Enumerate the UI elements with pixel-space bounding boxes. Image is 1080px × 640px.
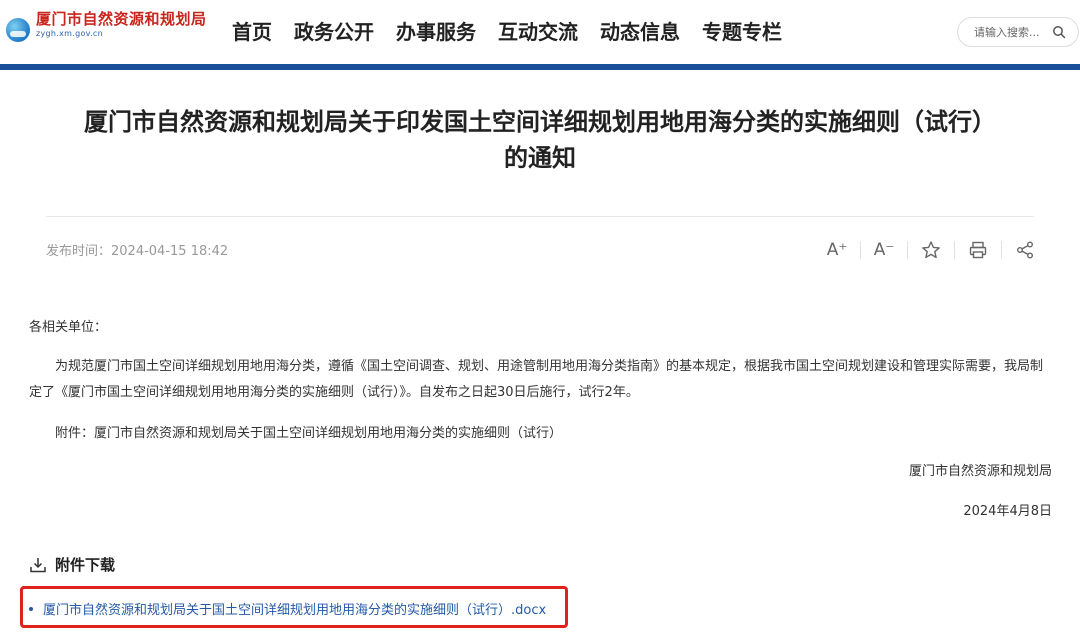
site-header: 厦门市自然资源和规划局 zygh.xm.gov.cn 首页 政务公开 办事服务 … (0, 0, 1080, 64)
attachments-heading: 附件下载 (29, 554, 115, 575)
toolbar-divider (1001, 241, 1002, 259)
attachment-note: 附件：厦门市自然资源和规划局关于国土空间详细规划用地用海分类的实施细则（试行） (55, 426, 563, 441)
article-toolbar: A⁺ A⁻ (826, 238, 1036, 262)
body-paragraph: 为规范厦门市国土空间详细规划用地用海分类，遵循《国土空间调查、规划、用途管制用地… (29, 359, 1044, 400)
publish-time: 发布时间：2024-04-15 18:42 (46, 240, 228, 259)
site-domain: zygh.xm.gov.cn (36, 29, 103, 38)
search-input[interactable] (972, 24, 1054, 40)
nav-item-interaction[interactable]: 互动交流 (498, 16, 578, 48)
site-logo[interactable]: 厦门市自然资源和规划局 zygh.xm.gov.cn (6, 12, 207, 42)
publish-time-value: 2024-04-15 18:42 (111, 244, 229, 259)
main-nav: 首页 政务公开 办事服务 互动交流 动态信息 专题专栏 (232, 16, 804, 48)
nav-item-topics[interactable]: 专题专栏 (702, 16, 782, 48)
addressee: 各相关单位： (29, 320, 108, 335)
title-divider (46, 216, 1034, 217)
star-icon[interactable] (920, 239, 942, 261)
toolbar-divider (954, 241, 955, 259)
attachment-item: 厦门市自然资源和规划局关于国土空间详细规划用地用海分类的实施细则（试行）.doc… (29, 599, 546, 618)
search-icon[interactable] (1052, 24, 1066, 43)
bullet-icon (29, 606, 33, 611)
publish-time-label: 发布时间： (46, 244, 112, 259)
font-larger-button[interactable]: A⁺ (826, 239, 848, 261)
nav-item-government-affairs[interactable]: 政务公开 (294, 16, 374, 48)
nav-item-news[interactable]: 动态信息 (600, 16, 680, 48)
site-name: 厦门市自然资源和规划局 (36, 10, 207, 28)
font-smaller-button[interactable]: A⁻ (873, 239, 895, 261)
search-box (957, 17, 1079, 47)
download-icon (29, 556, 47, 574)
signature-date: 2024年4月8日 (963, 504, 1052, 519)
printer-icon[interactable] (967, 239, 989, 261)
header-accent-bar (0, 64, 1080, 70)
toolbar-divider (907, 241, 908, 259)
signature-org: 厦门市自然资源和规划局 (908, 464, 1052, 479)
nav-item-home[interactable]: 首页 (232, 16, 272, 48)
attachment-link[interactable]: 厦门市自然资源和规划局关于国土空间详细规划用地用海分类的实施细则（试行）.doc… (43, 599, 546, 618)
toolbar-divider (860, 241, 861, 259)
logo-emblem-icon (6, 18, 30, 42)
article-title: 厦门市自然资源和规划局关于印发国土空间详细规划用地用海分类的实施细则（试行） 的… (84, 108, 996, 172)
nav-item-services[interactable]: 办事服务 (396, 16, 476, 48)
share-icon[interactable] (1014, 239, 1036, 261)
